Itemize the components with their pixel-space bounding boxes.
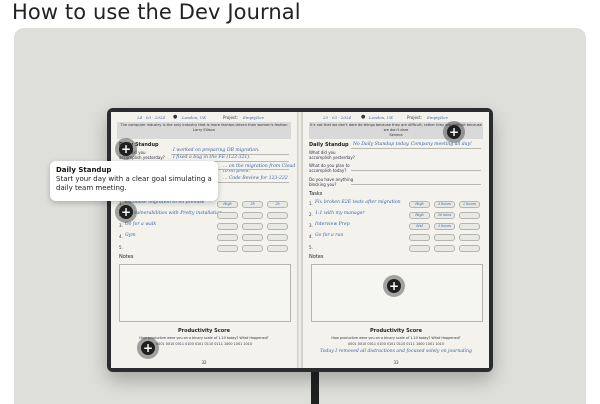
- hotspot-quote[interactable]: +: [443, 121, 465, 143]
- plus-icon: +: [387, 279, 401, 293]
- right-task-1-priority: High: [409, 201, 430, 208]
- right-page: 25 · 03 · 2024 ● London, UK Project: Emp…: [303, 112, 489, 368]
- left-a1: I worked on preparing DB migration.: [173, 148, 260, 153]
- plus-icon: +: [119, 142, 133, 156]
- left-task-4-done: [267, 234, 288, 241]
- left-task-2-done: [267, 212, 288, 219]
- left-task-3-priority: [217, 223, 238, 230]
- right-date: 25 · 03 · 2024: [323, 115, 351, 120]
- right-task-num-5: 5.: [309, 245, 313, 250]
- right-tasks-heading: Tasks: [309, 191, 323, 197]
- left-location-icon: ●: [173, 114, 178, 120]
- right-score-heading: Productivity Score: [370, 328, 422, 334]
- right-task-3-time: 3 hours: [434, 223, 455, 230]
- hotspot-daily-standup[interactable]: +: [115, 138, 137, 160]
- journal-preview: 24 · 03 · 2024 ● London, UK Project: Emp…: [14, 28, 586, 404]
- left-quote: The computer industry is the only indust…: [117, 122, 291, 139]
- right-task-2: 1:1 with my manager: [315, 211, 365, 216]
- left-score-heading: Productivity Score: [178, 328, 230, 334]
- bookmark-ribbon: [311, 370, 319, 404]
- right-location-icon: ●: [361, 114, 366, 120]
- right-task-3: Interview Prep: [315, 222, 350, 227]
- left-task-1-time: 2h: [242, 201, 263, 208]
- left-task-2-priority: [217, 212, 238, 219]
- left-task-4: Gym: [125, 233, 136, 238]
- right-page-number: 33: [393, 360, 399, 365]
- hotspot-tasks[interactable]: +: [115, 201, 137, 223]
- left-task-num-3: 3.: [119, 223, 123, 228]
- right-task-4-done: [459, 234, 480, 241]
- left-a4: ... Code Review for 123-222: [223, 176, 288, 181]
- right-q2: What do you plan to accomplish today?: [309, 163, 350, 173]
- right-task-num-3: 3.: [309, 223, 313, 228]
- right-task-3-priority: Mid: [409, 223, 430, 230]
- left-task-4-time: [242, 234, 263, 241]
- left-task-4-priority: [217, 234, 238, 241]
- left-task-5-done: [267, 245, 288, 252]
- left-task-1-priority: High: [217, 201, 238, 208]
- right-task-4-priority: [409, 234, 430, 241]
- right-task-num-1: 1.: [309, 201, 313, 206]
- left-task-5-priority: [217, 245, 238, 252]
- right-task-num-2: 2.: [309, 212, 313, 217]
- right-task-5-priority: [409, 245, 430, 252]
- left-task-1-done: 2h: [267, 201, 288, 208]
- right-location: London, UK: [369, 115, 394, 120]
- left-date: 24 · 03 · 2024: [137, 115, 165, 120]
- left-task-num-4: 4.: [119, 234, 123, 239]
- right-notes-heading: Notes: [309, 254, 324, 260]
- tooltip-heading: Daily Standup: [56, 166, 112, 174]
- right-q3: Do you have anything blocking you?: [309, 177, 354, 187]
- right-score-question: How productive were you on a binary scal…: [331, 336, 461, 340]
- right-score-scale: 0001 0010 0011 0100 0101 0110 0111 1000 …: [348, 342, 444, 346]
- right-task-num-4: 4.: [309, 234, 313, 239]
- right-task-2-time: 30 mins: [434, 212, 455, 219]
- right-line-3: [351, 184, 481, 185]
- left-notes-heading: Notes: [119, 254, 134, 260]
- right-task-4-time: [434, 234, 455, 241]
- left-task-2-time: [242, 212, 263, 219]
- left-quote-author: Larry Ellison: [193, 128, 215, 132]
- right-standup-heading: Daily Standup: [309, 142, 349, 148]
- right-task-1: Fix broken E2E tests after migration: [315, 200, 401, 205]
- right-line-2: [351, 170, 481, 171]
- plus-icon: +: [119, 205, 133, 219]
- right-task-4: Go for a run: [315, 233, 344, 238]
- hotspot-productivity-score[interactable]: +: [137, 337, 159, 359]
- right-task-5-done: [459, 245, 480, 252]
- tooltip-daily-standup: Daily Standup Start your day with a clea…: [50, 161, 218, 201]
- tooltip-body: Start your day with a clear goal simulat…: [56, 175, 212, 192]
- left-location: London, UK: [182, 115, 207, 120]
- right-q1: What did you accomplish yesterday?: [309, 150, 355, 160]
- right-task-2-priority: High: [409, 212, 430, 219]
- plus-icon: +: [141, 341, 155, 355]
- right-task-5-time: [434, 245, 455, 252]
- left-task-3-time: [242, 223, 263, 230]
- page-title: How to use the Dev Journal: [12, 0, 301, 24]
- left-task-5-time: [242, 245, 263, 252]
- journal-book: 24 · 03 · 2024 ● London, UK Project: Emp…: [107, 108, 493, 372]
- left-a2: I fixed a bug in the FE (123-321).: [173, 155, 251, 160]
- left-project: EmptyDev: [243, 115, 264, 120]
- left-page: 24 · 03 · 2024 ● London, UK Project: Emp…: [111, 112, 297, 368]
- left-task-2: Fix vulnerabilities with Pretty installa…: [125, 211, 223, 216]
- left-task-3-done: [267, 223, 288, 230]
- right-project-label: Project:: [407, 115, 423, 120]
- left-task-num-5: 5.: [119, 245, 123, 250]
- right-line-1: [351, 148, 481, 149]
- right-task-1-time: 3 hours: [434, 201, 455, 208]
- right-task-3-done: [459, 223, 480, 230]
- left-score-question: How productive were you on a binary scal…: [139, 336, 269, 340]
- left-project-label: Project:: [223, 115, 239, 120]
- left-task-3: Go for a walk: [125, 222, 157, 227]
- left-notes-box: [119, 264, 291, 322]
- plus-icon: +: [447, 125, 461, 139]
- hotspot-notes[interactable]: +: [383, 275, 405, 297]
- right-score-note: Today I removed all distractions and foc…: [320, 349, 472, 354]
- right-task-2-done: [459, 212, 480, 219]
- right-project: EmptyDev: [427, 115, 448, 120]
- left-page-number: 32: [201, 360, 207, 365]
- right-task-1-done: 2 hours: [459, 201, 480, 208]
